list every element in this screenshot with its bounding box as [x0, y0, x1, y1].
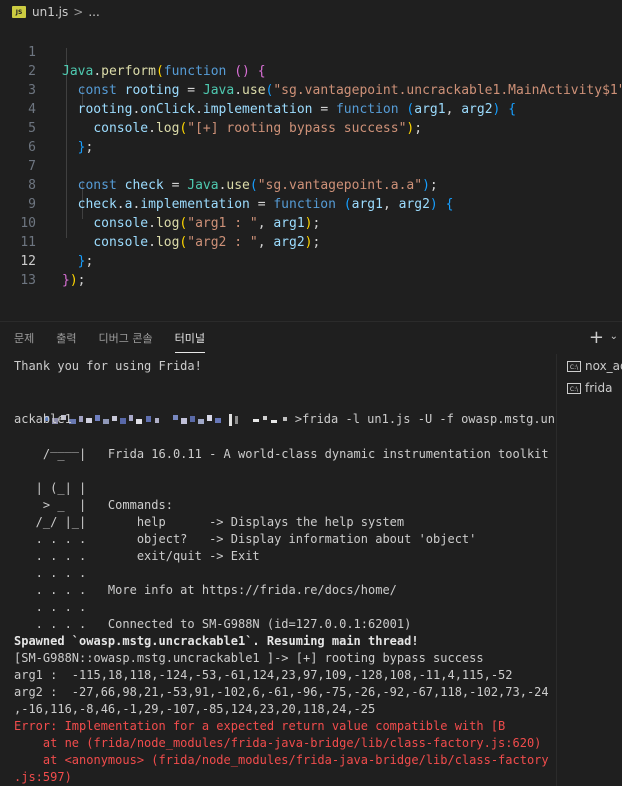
frida-logo-line: . . . . [14, 566, 87, 580]
line-number: 13 [20, 273, 36, 288]
code-line: 10 console.log("arg2 : ", arg2); [0, 195, 622, 250]
error-line: .js:597) [14, 770, 72, 784]
code-line: 8 check.a.implementation = function (arg… [0, 157, 622, 212]
breadcrumb-filename[interactable]: un1.js [32, 5, 68, 19]
javascript-file-icon: JS [12, 6, 26, 18]
frida-logo-line: . . . . exit/quit -> Exit [14, 549, 260, 563]
redacted-path-block [44, 413, 287, 426]
terminal-line: ,-16,116,-8,46,-1,29,-107,-85,124,23,20,… [14, 702, 376, 716]
frida-logo-line: . . . . Connected to SM-G988N (id=127.0.… [14, 617, 412, 631]
chevron-down-icon[interactable]: ⌄ [610, 331, 618, 342]
error-line: Error: Implementation for a expected ret… [14, 719, 506, 733]
code-line: 3 rooting.onClick.implementation = funct… [0, 62, 622, 117]
new-terminal-plus-icon[interactable]: + [589, 327, 604, 348]
code-line: 1 Java.perform(function () { [0, 24, 622, 79]
code-line: 13 [0, 252, 622, 288]
frida-command: >frida -l un1.js -U -f owasp.mstg.uncr [294, 412, 554, 426]
frida-logo-line: . . . . More info at https://frida.re/do… [14, 583, 397, 597]
breadcrumb-more[interactable]: ... [88, 5, 99, 19]
frida-logo-line: > _ | Commands: [14, 498, 173, 512]
code-line: 9 console.log("arg1 : ", arg1); [0, 176, 622, 231]
terminal-command-line: >frida -l un1.js -U -f owasp.mstg.uncr [14, 394, 554, 426]
code-editor[interactable]: 1 Java.perform(function () { 2 const roo… [0, 24, 622, 320]
terminal-list-item[interactable]: C:\ nox_ad [567, 356, 622, 376]
frida-logo-line: . . . . object? -> Display information a… [14, 532, 477, 546]
terminal-name: nox_ad [585, 359, 622, 373]
terminal-icon: C:\ [567, 383, 581, 394]
frida-logo-line: . . . . [14, 600, 87, 614]
frida-logo-line: / _ | Frida 16.0.11 - A world-class dyna… [14, 447, 549, 461]
code-line: 6 [0, 119, 622, 155]
error-line: at <anonymous> (frida/node_modules/frida… [14, 753, 549, 767]
terminal-prompt: [SM-G988N::owasp.mstg.uncrackable1 ]-> [… [14, 651, 484, 665]
tab-output[interactable]: 출력 [56, 324, 76, 352]
frida-logo-line: /_/ |_| help -> Displays the help system [14, 515, 405, 529]
code-line: 2 const rooting = Java.use("sg.vantagepo… [0, 43, 622, 98]
terminal-output[interactable]: Thank you for using Frida! >frida -l un1… [14, 358, 554, 786]
terminal-list: C:\ nox_ad C:\ frida [556, 354, 622, 786]
terminal-line: arg2 : -27,66,98,21,-53,91,-102,6,-61,-9… [14, 685, 549, 699]
code-line: 7 const check = Java.use("sg.vantagepoin… [0, 138, 622, 193]
frida-logo-line: | (_| | [14, 481, 87, 495]
error-line: at ne (frida/node_modules/frida-java-bri… [14, 736, 542, 750]
terminal-line: Thank you for using Frida! [14, 359, 202, 373]
terminal-list-item[interactable]: C:\ frida [567, 378, 612, 398]
terminal-line: arg1 : -115,18,118,-124,-53,-61,124,23,9… [14, 668, 513, 682]
code-line: 11 }; [0, 214, 622, 269]
code-line: 5 }; [0, 100, 622, 155]
panel-tabs: 문제 출력 디버그 콘솔 터미널 + ⌄ [0, 322, 622, 354]
chevron-right-icon: > [73, 5, 84, 19]
terminal-line: Spawned `owasp.mstg.uncrackable1`. Resum… [14, 634, 419, 648]
breadcrumb: JS un1.js > ... [0, 0, 622, 24]
terminal-line: ackable1 [14, 412, 72, 426]
code-line: 4 console.log("[+] rooting bypass succes… [0, 81, 622, 136]
tab-debug-console[interactable]: 디버그 콘솔 [99, 324, 153, 352]
code-line: 12 }); [0, 233, 622, 288]
tab-problems[interactable]: 문제 [14, 324, 34, 352]
terminal-icon: C:\ [567, 361, 581, 372]
terminal-name: frida [585, 381, 613, 395]
tab-terminal[interactable]: 터미널 [174, 324, 205, 353]
